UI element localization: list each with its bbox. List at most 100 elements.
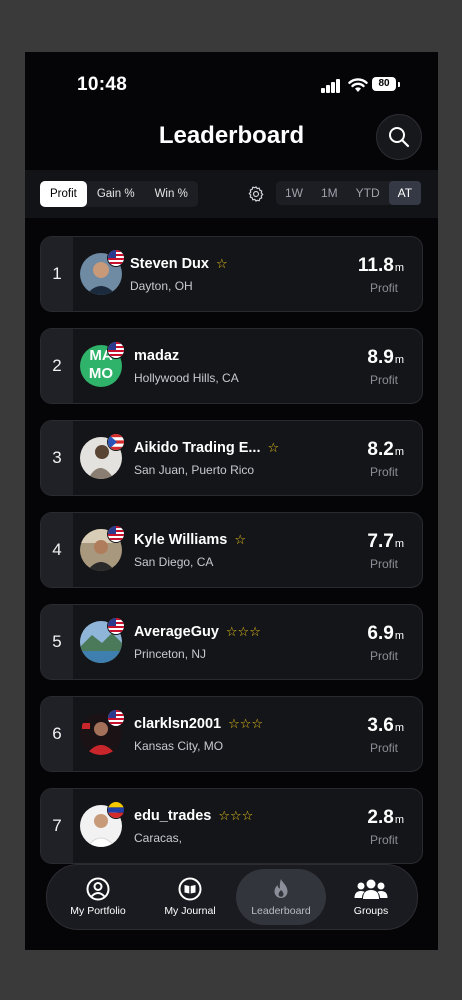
- username: madaz: [134, 348, 180, 364]
- tab-ytd[interactable]: YTD: [347, 181, 389, 205]
- wifi-icon: [348, 78, 368, 92]
- username: AverageGuy: [134, 624, 219, 640]
- value-number: 3.6: [367, 715, 394, 736]
- phone-screen: 10:48 80 Leaderboard Profit Gain % Win %: [25, 52, 438, 950]
- leaderboard-row[interactable]: 5 AverageGuy ☆☆☆ Princeton, NJ 6.9m Prof…: [40, 604, 423, 680]
- value-unit: m: [394, 630, 404, 642]
- name-line: Aikido Trading E... ☆: [134, 440, 279, 456]
- username: edu_trades: [134, 808, 212, 824]
- gear-icon[interactable]: [247, 185, 265, 203]
- nav-label: My Journal: [164, 905, 216, 917]
- value-number: 8.2: [367, 439, 394, 460]
- us-flag-icon: [107, 709, 125, 727]
- rank-number: 7: [41, 789, 73, 863]
- star-icon: ☆☆☆: [225, 624, 261, 639]
- profit-value: 8.2m: [367, 439, 404, 461]
- name-line: clarklsn2001 ☆☆☆: [134, 716, 263, 732]
- status-time: 10:48: [77, 74, 128, 95]
- name-line: edu_trades ☆☆☆: [134, 808, 253, 824]
- leaderboard-row[interactable]: 2 MA MO madaz Hollywood Hills, CA 8.9m P…: [40, 328, 423, 404]
- value-label: Profit: [369, 741, 398, 755]
- metric-tabs: Profit Gain % Win %: [40, 181, 198, 207]
- profit-value: 2.8m: [367, 807, 404, 829]
- value-number: 2.8: [367, 807, 394, 828]
- rank-number: 5: [41, 605, 73, 679]
- nav-label: My Portfolio: [70, 905, 126, 917]
- star-icon: ☆: [234, 532, 247, 547]
- value-label: Profit: [369, 373, 398, 387]
- value-number: 6.9: [367, 623, 394, 644]
- star-icon: ☆: [267, 440, 280, 455]
- username: clarklsn2001: [134, 716, 222, 732]
- leaderboard-row[interactable]: 7 edu_trades ☆☆☆ Caracas, 2.8m Profit: [40, 788, 423, 864]
- tab-at[interactable]: AT: [388, 181, 422, 205]
- battery-tip: [398, 82, 400, 87]
- value-number: 8.9: [367, 347, 394, 368]
- star-icon: ☆☆☆: [218, 808, 254, 823]
- period-tabs: 1W 1M YTD AT: [276, 181, 422, 205]
- flame-icon: [274, 879, 288, 898]
- us-flag-icon: [107, 525, 125, 543]
- username: Steven Dux: [130, 256, 209, 272]
- location: Princeton, NJ: [134, 647, 207, 661]
- name-line: madaz: [134, 348, 179, 364]
- name-line: Steven Dux ☆: [130, 256, 228, 272]
- leaderboard-row[interactable]: 3 Aikido Trading E... ☆ San Juan, Puerto…: [40, 420, 423, 496]
- us-flag-icon: [107, 341, 125, 359]
- nav-my-journal[interactable]: My Journal: [145, 869, 235, 925]
- status-bar: 10:48 80: [25, 52, 438, 112]
- location: Kansas City, MO: [134, 739, 224, 753]
- book-icon: [178, 877, 202, 901]
- value-unit: m: [394, 538, 404, 550]
- user-circle-icon: [86, 877, 110, 901]
- profit-value: 6.9m: [367, 623, 404, 645]
- rank-number: 4: [41, 513, 73, 587]
- tab-1m[interactable]: 1M: [312, 181, 347, 205]
- location: Caracas,: [134, 831, 183, 845]
- rank-number: 6: [41, 697, 73, 771]
- us-flag-icon: [107, 617, 125, 635]
- profit-value: 11.8m: [358, 255, 404, 277]
- value-label: Profit: [369, 557, 398, 571]
- value-label: Profit: [369, 281, 398, 295]
- us-flag-icon: [107, 249, 125, 267]
- profit-value: 8.9m: [367, 347, 404, 369]
- ve-flag-icon: [107, 801, 125, 819]
- filter-bar: Profit Gain % Win % 1W 1M YTD AT: [25, 170, 438, 218]
- leaderboard-row[interactable]: 4 Kyle Williams ☆ San Diego, CA 7.7m Pro…: [40, 512, 423, 588]
- tab-profit[interactable]: Profit: [40, 181, 87, 207]
- nav-groups[interactable]: Groups: [326, 869, 416, 925]
- star-icon: ☆☆☆: [228, 716, 264, 731]
- name-line: AverageGuy ☆☆☆: [134, 624, 261, 640]
- username: Kyle Williams: [134, 532, 228, 548]
- tab-win[interactable]: Win %: [145, 181, 198, 207]
- value-unit: m: [394, 814, 404, 826]
- nav-leaderboard[interactable]: Leaderboard: [236, 869, 326, 925]
- leaderboard-row[interactable]: 6 clarklsn2001 ☆☆☆ Kansas City, MO 3.6m: [40, 696, 423, 772]
- rank-number: 1: [41, 237, 73, 311]
- signal-icon: [321, 79, 341, 93]
- profit-value: 3.6m: [367, 715, 404, 737]
- username: Aikido Trading E...: [134, 440, 261, 456]
- rank-number: 3: [41, 421, 73, 495]
- value-unit: m: [394, 354, 404, 366]
- bottom-nav: My Portfolio My Journal Leaderboard Grou…: [46, 864, 418, 930]
- tab-gain[interactable]: Gain %: [87, 181, 145, 207]
- search-button[interactable]: [376, 114, 422, 160]
- value-number: 7.7: [367, 531, 394, 552]
- value-label: Profit: [369, 833, 398, 847]
- profit-value: 7.7m: [367, 531, 404, 553]
- location: Dayton, OH: [130, 279, 193, 293]
- nav-label: Groups: [353, 905, 389, 917]
- value-unit: m: [394, 446, 404, 458]
- tab-1w[interactable]: 1W: [276, 181, 312, 205]
- leaderboard-row[interactable]: 1 Steven Dux ☆ Dayton, OH 11.8m Profit: [40, 236, 423, 312]
- pr-flag-icon: [107, 433, 125, 451]
- rank-number: 2: [41, 329, 73, 403]
- nav-label: Leaderboard: [251, 905, 311, 917]
- value-label: Profit: [369, 649, 398, 663]
- nav-my-portfolio[interactable]: My Portfolio: [53, 869, 143, 925]
- search-icon: [389, 127, 410, 148]
- value-unit: m: [394, 722, 404, 734]
- group-icon: [354, 879, 388, 899]
